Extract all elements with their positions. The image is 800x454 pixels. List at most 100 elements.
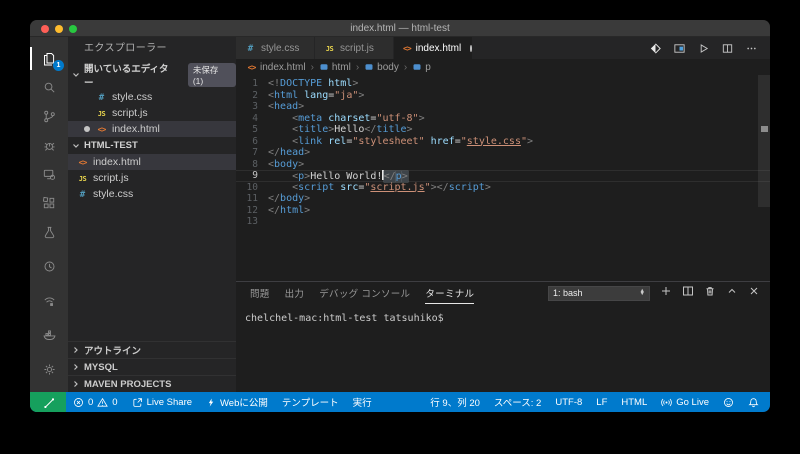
close-panel-icon[interactable] xyxy=(748,284,760,302)
chevron-down-icon xyxy=(72,71,80,79)
explorer-icon[interactable]: 1 xyxy=(30,44,68,73)
publish-label: Webに公開 xyxy=(220,395,268,409)
code-line-3[interactable]: 3<head> xyxy=(236,101,770,113)
scrollbar-slider[interactable] xyxy=(758,75,770,207)
panel-tab-terminal[interactable]: ターミナル xyxy=(425,282,474,304)
tree-item-script-js[interactable]: script.js xyxy=(68,170,236,186)
code-line-6[interactable]: 6 <link rel="stylesheet" href="style.css… xyxy=(236,136,770,148)
terminal-shell-select[interactable]: 1: bash ▲▼ xyxy=(548,286,650,301)
gear-icon[interactable] xyxy=(30,355,68,384)
split-editor-icon[interactable] xyxy=(721,42,734,55)
panel-tab-output[interactable]: 出力 xyxy=(285,282,305,304)
section-maven-projects[interactable]: MAVEN PROJECTS xyxy=(68,375,236,392)
code-line-2[interactable]: 2<html lang="ja"> xyxy=(236,90,770,102)
close-window-button[interactable] xyxy=(41,25,49,33)
new-terminal-icon[interactable] xyxy=(660,284,672,302)
debug-icon[interactable] xyxy=(30,131,68,160)
open-preview-icon[interactable] xyxy=(673,42,686,55)
breadcrumb-file[interactable]: index.html xyxy=(246,62,306,73)
code-line-13[interactable]: 13 xyxy=(236,216,770,228)
editor-scrollbar[interactable] xyxy=(758,75,770,281)
beautify-icon[interactable] xyxy=(649,42,662,55)
code-text: </html> xyxy=(258,205,310,217)
open-editors-header[interactable]: 開いているエディター 未保存 (1) xyxy=(68,61,236,89)
overview-ruler-marker xyxy=(761,126,768,132)
extensions-icon[interactable] xyxy=(30,189,68,218)
go-live-status[interactable]: Go Live xyxy=(654,392,716,412)
open-editor-style-css[interactable]: style.css xyxy=(68,89,236,105)
code-line-7[interactable]: 7</head> xyxy=(236,147,770,159)
template-label: テンプレート xyxy=(282,395,339,409)
indentation-status[interactable]: スペース: 2 xyxy=(487,392,548,412)
breadcrumb-body[interactable]: body xyxy=(364,62,399,73)
code-line-1[interactable]: 1<!DOCTYPE html> xyxy=(236,78,770,90)
section-label: MYSQL xyxy=(84,362,118,373)
file-name: script.js xyxy=(112,107,148,119)
code-line-4[interactable]: 4 <meta charset="utf-8"> xyxy=(236,113,770,125)
tab-style-css[interactable]: style.css xyxy=(236,37,315,59)
kill-terminal-trash-icon[interactable] xyxy=(704,284,716,302)
split-terminal-icon[interactable] xyxy=(682,284,694,302)
test-flask-icon[interactable] xyxy=(30,218,68,247)
terminal-output[interactable]: chelchel-mac:html-test tatsuhiko$ xyxy=(236,304,770,392)
bell-icon xyxy=(748,397,759,408)
open-editor-script-js[interactable]: script.js xyxy=(68,105,236,121)
line-col-status[interactable]: 行 9、列 20 xyxy=(423,392,487,412)
tree-item-style-css[interactable]: style.css xyxy=(68,186,236,202)
symbol-element-icon xyxy=(319,62,329,72)
open-editor-index-html[interactable]: index.html xyxy=(68,121,236,137)
tab-script-js[interactable]: script.js xyxy=(315,37,394,59)
run-status[interactable]: 実行 xyxy=(346,392,379,412)
tab-bar: style.css script.js index.html xyxy=(236,37,770,59)
language-mode-status[interactable]: HTML xyxy=(614,392,654,412)
live-share-status[interactable]: Live Share xyxy=(125,392,199,412)
file-name: index.html xyxy=(112,123,160,135)
modified-dot-icon[interactable] xyxy=(470,45,472,52)
window-title: index.html — html-test xyxy=(350,23,449,34)
code-line-10[interactable]: 10 <script src="script.js"></script> xyxy=(236,182,770,194)
breadcrumb-label: index.html xyxy=(260,62,306,73)
chevron-separator: › xyxy=(355,62,360,73)
code-line-12[interactable]: 12</html> xyxy=(236,205,770,217)
feedback-smiley[interactable] xyxy=(716,392,741,412)
code-line-5[interactable]: 5 <title>Hello</title> xyxy=(236,124,770,136)
breadcrumb-p[interactable]: p xyxy=(412,62,431,73)
maximize-panel-icon[interactable] xyxy=(726,284,738,302)
section-outline[interactable]: アウトライン xyxy=(68,341,236,358)
notifications-bell[interactable] xyxy=(741,392,766,412)
explorer-badge: 1 xyxy=(53,60,64,71)
panel-tab-problems[interactable]: 問題 xyxy=(250,282,270,304)
remote-icon xyxy=(42,396,54,408)
search-icon[interactable] xyxy=(30,73,68,102)
go-live-label: Go Live xyxy=(676,397,709,408)
minimize-window-button[interactable] xyxy=(55,25,63,33)
code-line-8[interactable]: 8<body> xyxy=(236,159,770,171)
wifi-signal-icon[interactable] xyxy=(30,286,68,315)
breadcrumb-html[interactable]: html xyxy=(319,62,351,73)
docker-whale-icon[interactable] xyxy=(30,320,68,349)
remote-indicator[interactable] xyxy=(30,392,66,412)
tab-index-html[interactable]: index.html xyxy=(394,37,473,59)
editor-actions xyxy=(649,37,770,59)
chevron-right-icon xyxy=(72,363,80,371)
remote-display-icon[interactable] xyxy=(30,160,68,189)
tree-item-index-html[interactable]: index.html xyxy=(68,154,236,170)
code-line-11[interactable]: 11</body> xyxy=(236,193,770,205)
publish-web-status[interactable]: Webに公開 xyxy=(199,392,275,412)
problems-status[interactable]: 0 0 xyxy=(66,392,125,412)
section-mysql[interactable]: MYSQL xyxy=(68,358,236,375)
encoding-status[interactable]: UTF-8 xyxy=(548,392,589,412)
breadcrumb-label: p xyxy=(425,62,431,73)
code-editor[interactable]: 1<!DOCTYPE html>2<html lang="ja">3<head>… xyxy=(236,75,770,281)
eol-status[interactable]: LF xyxy=(589,392,614,412)
run-icon[interactable] xyxy=(697,42,710,55)
panel-tab-debug-console[interactable]: デバッグ コンソール xyxy=(319,282,410,304)
more-actions-icon[interactable] xyxy=(745,42,758,55)
code-text: <!DOCTYPE html> xyxy=(258,78,358,90)
code-line-9[interactable]: 9 <p>Hello World!</p> xyxy=(236,170,770,182)
source-control-icon[interactable] xyxy=(30,102,68,131)
folder-header[interactable]: HTML-TEST xyxy=(68,137,236,154)
template-status[interactable]: テンプレート xyxy=(275,392,346,412)
zoom-window-button[interactable] xyxy=(69,25,77,33)
clock-icon[interactable] xyxy=(30,252,68,281)
